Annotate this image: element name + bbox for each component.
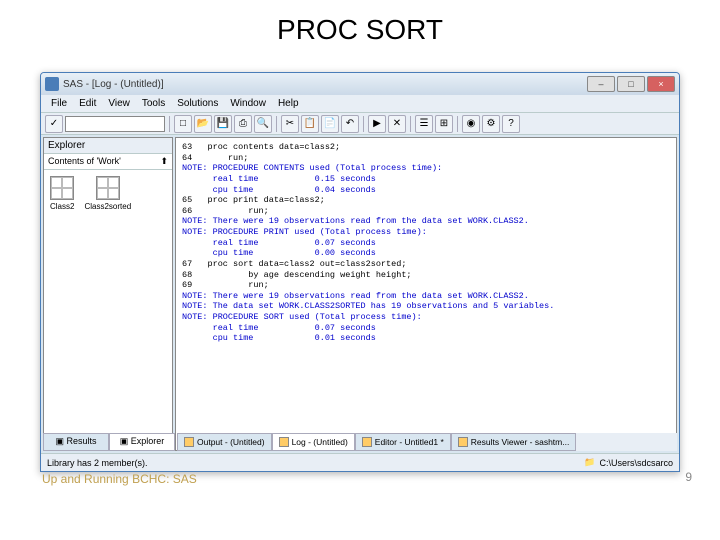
tab-icon xyxy=(362,437,372,447)
menubar: FileEditViewToolsSolutionsWindowHelp xyxy=(41,95,679,113)
help-icon[interactable]: ? xyxy=(502,115,520,133)
explorer-subtitle: Contents of 'Work' ⬆ xyxy=(44,154,172,170)
tab-icon xyxy=(279,437,289,447)
tool-icon[interactable]: ⚙ xyxy=(482,115,500,133)
tab-icon: ▣ xyxy=(55,436,64,446)
explorer-location: Contents of 'Work' xyxy=(48,156,121,167)
tool-icon[interactable]: ◉ xyxy=(462,115,480,133)
up-icon[interactable]: ⬆ xyxy=(160,156,168,167)
cut-icon[interactable]: ✂ xyxy=(281,115,299,133)
titlebar[interactable]: SAS - [Log - (Untitled)] – □ × xyxy=(41,73,679,95)
window-controls: – □ × xyxy=(587,76,675,92)
copy-icon[interactable]: 📋 xyxy=(301,115,319,133)
explorer-title: Explorer xyxy=(44,138,172,154)
statusbar: Library has 2 member(s). 📁 C:\Users\sdcs… xyxy=(41,453,679,471)
tab-icon xyxy=(458,437,468,447)
library-item[interactable]: Class2 xyxy=(50,176,74,211)
library-item-label: Class2sorted xyxy=(84,202,131,211)
folder-icon: 📁 xyxy=(584,457,595,468)
save-icon[interactable]: 💾 xyxy=(214,115,232,133)
tab-icon: ▣ xyxy=(120,436,129,446)
table-icon xyxy=(96,176,120,200)
separator xyxy=(457,116,458,132)
tab-icon xyxy=(184,437,194,447)
window-title: SAS - [Log - (Untitled)] xyxy=(63,79,587,90)
menu-item-tools[interactable]: Tools xyxy=(136,96,171,111)
tool-icon[interactable]: ⊞ xyxy=(435,115,453,133)
submit-icon[interactable]: ▶ xyxy=(368,115,386,133)
sidebar-tab-explorer[interactable]: ▣ Explorer xyxy=(109,433,175,451)
explorer-body: Class2 Class2sorted xyxy=(44,170,172,450)
toolbar: ✓ □ 📂 💾 ⎙ 🔍 ✂ 📋 📄 ↶ ▶ ✕ ☰ ⊞ ◉ ⚙ ? xyxy=(41,113,679,135)
undo-icon[interactable]: ↶ xyxy=(341,115,359,133)
separator xyxy=(276,116,277,132)
check-icon[interactable]: ✓ xyxy=(45,115,63,133)
separator xyxy=(363,116,364,132)
new-icon[interactable]: □ xyxy=(174,115,192,133)
window-tab[interactable]: Output - (Untitled) xyxy=(177,433,272,451)
stop-icon[interactable]: ✕ xyxy=(388,115,406,133)
library-item[interactable]: Class2sorted xyxy=(84,176,131,211)
tab-label: Results Viewer - sashtm... xyxy=(471,437,570,447)
tab-label: Editor - Untitled1 * xyxy=(375,437,444,447)
preview-icon[interactable]: 🔍 xyxy=(254,115,272,133)
bottom-tabs: Output - (Untitled) Log - (Untitled) Edito… xyxy=(177,433,677,451)
window-tab[interactable]: Log - (Untitled) xyxy=(272,433,355,451)
close-button[interactable]: × xyxy=(647,76,675,92)
tab-label: Log - (Untitled) xyxy=(292,437,348,447)
status-right: 📁 C:\Users\sdcsarco xyxy=(584,457,673,468)
sidebar-tab-results[interactable]: ▣ Results xyxy=(43,433,109,451)
window-tab[interactable]: Results Viewer - sashtm... xyxy=(451,433,577,451)
menu-item-view[interactable]: View xyxy=(102,96,136,111)
status-path: C:\Users\sdcsarco xyxy=(599,458,673,468)
app-icon xyxy=(45,77,59,91)
log-pane[interactable]: 63 proc contents data=class2;64 run;NOTE… xyxy=(175,137,677,451)
window-tab[interactable]: Editor - Untitled1 * xyxy=(355,433,451,451)
status-left: Library has 2 member(s). xyxy=(47,458,148,468)
tab-label: Output - (Untitled) xyxy=(197,437,265,447)
slide-footer: Up and Running BCHC: SAS xyxy=(42,472,197,486)
separator xyxy=(169,116,170,132)
slide-title: PROC SORT xyxy=(0,0,720,54)
menu-item-help[interactable]: Help xyxy=(272,96,305,111)
separator xyxy=(410,116,411,132)
sas-window: SAS - [Log - (Untitled)] – □ × FileEditV… xyxy=(40,72,680,472)
table-icon xyxy=(50,176,74,200)
page-number: 9 xyxy=(685,470,692,484)
menu-item-solutions[interactable]: Solutions xyxy=(171,96,224,111)
library-item-label: Class2 xyxy=(50,202,74,211)
explorer-panel: Explorer Contents of 'Work' ⬆ Class2Clas… xyxy=(43,137,173,451)
command-input[interactable] xyxy=(65,116,165,132)
open-icon[interactable]: 📂 xyxy=(194,115,212,133)
paste-icon[interactable]: 📄 xyxy=(321,115,339,133)
minimize-button[interactable]: – xyxy=(587,76,615,92)
menu-item-file[interactable]: File xyxy=(45,96,73,111)
main-area: Explorer Contents of 'Work' ⬆ Class2Clas… xyxy=(41,135,679,453)
tool-icon[interactable]: ☰ xyxy=(415,115,433,133)
maximize-button[interactable]: □ xyxy=(617,76,645,92)
print-icon[interactable]: ⎙ xyxy=(234,115,252,133)
menu-item-window[interactable]: Window xyxy=(224,96,272,111)
menu-item-edit[interactable]: Edit xyxy=(73,96,102,111)
sidebar-tabs: ▣ Results▣ Explorer xyxy=(43,433,175,451)
